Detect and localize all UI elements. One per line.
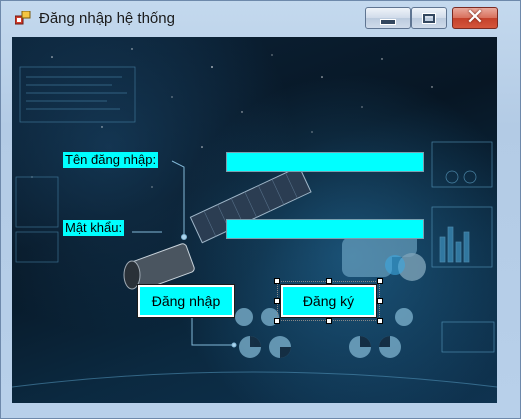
maximize-icon bbox=[422, 12, 436, 24]
minimize-button[interactable] bbox=[365, 7, 411, 29]
close-button[interactable]: ✕ bbox=[452, 7, 498, 29]
username-input[interactable] bbox=[226, 152, 424, 172]
app-forms-icon bbox=[15, 11, 31, 25]
resize-handle-w[interactable] bbox=[274, 298, 280, 304]
resize-handle-n[interactable] bbox=[326, 278, 332, 284]
username-label: Tên đăng nhập: bbox=[63, 152, 159, 168]
window-title: Đăng nhập hệ thống bbox=[39, 10, 175, 27]
resize-handle-e[interactable] bbox=[377, 298, 383, 304]
password-label: Mật khẩu: bbox=[63, 220, 125, 236]
resize-handle-se[interactable] bbox=[377, 318, 383, 324]
maximize-button[interactable] bbox=[411, 7, 447, 29]
minimize-icon bbox=[380, 19, 396, 25]
resize-handle-nw[interactable] bbox=[274, 278, 280, 284]
close-icon: ✕ bbox=[465, 5, 485, 30]
form-client-area: Tên đăng nhập: Mật khẩu: Đăng nhập Đăng … bbox=[12, 37, 497, 403]
resize-handle-sw[interactable] bbox=[274, 318, 280, 324]
title-bar[interactable]: Đăng nhập hệ thống ✕ bbox=[1, 1, 520, 35]
resize-handle-s[interactable] bbox=[326, 318, 332, 324]
register-button[interactable]: Đăng ký bbox=[280, 284, 377, 318]
login-window: Đăng nhập hệ thống ✕ Tên đăng nhập: Mật … bbox=[0, 0, 521, 419]
login-button[interactable]: Đăng nhập bbox=[137, 284, 235, 318]
resize-handle-ne[interactable] bbox=[377, 278, 383, 284]
password-input[interactable] bbox=[226, 219, 424, 239]
